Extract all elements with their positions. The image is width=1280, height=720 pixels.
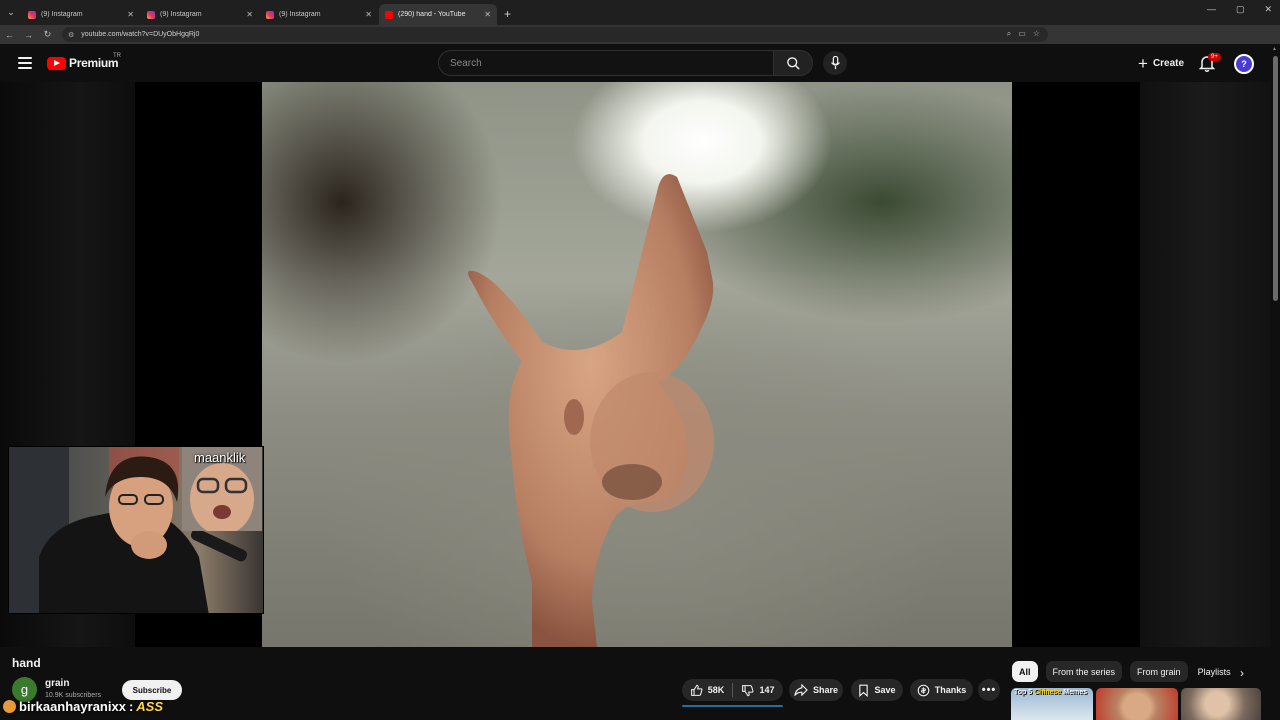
video-content-image xyxy=(468,174,714,647)
menu-icon[interactable] xyxy=(18,57,32,69)
more-actions-button[interactable]: ••• xyxy=(978,679,1000,701)
search-input[interactable]: Search xyxy=(438,50,774,76)
browser-tab[interactable]: (9) Instagram ✕ xyxy=(141,4,259,25)
browser-tab-active[interactable]: (290) hand - YouTube ✕ xyxy=(379,4,497,25)
thumbs-up-icon xyxy=(690,684,703,696)
thumbs-down-icon xyxy=(742,684,754,696)
create-label: Create xyxy=(1152,57,1185,69)
youtube-header: Premium TR Search + Create 9+ ? xyxy=(0,44,1280,82)
instagram-icon xyxy=(147,10,155,19)
close-tab-icon[interactable]: ✕ xyxy=(484,10,491,19)
chat-badge-icon xyxy=(3,700,16,713)
close-tab-icon[interactable]: ✕ xyxy=(246,10,253,19)
youtube-icon xyxy=(385,10,393,19)
like-button[interactable]: 58K xyxy=(682,684,732,697)
maximize-icon[interactable]: ▢ xyxy=(1236,4,1245,15)
share-label: Share xyxy=(812,685,838,695)
channel-name[interactable]: grain xyxy=(45,678,69,689)
like-count: 58K xyxy=(707,685,725,695)
close-tab-icon[interactable]: ✕ xyxy=(127,10,134,19)
bookmark-icon xyxy=(859,684,869,697)
bookmark-star-icon[interactable]: ☆ xyxy=(1033,29,1040,39)
site-info-icon[interactable]: ⚙ xyxy=(68,31,74,39)
forward-icon[interactable]: → xyxy=(19,30,38,40)
minimize-icon[interactable]: — xyxy=(1207,4,1216,15)
subscribe-button[interactable]: Subscribe xyxy=(122,680,182,700)
scrollbar-thumb[interactable] xyxy=(1273,56,1278,301)
chat-overlay-message: birkaanhayranixx : ASS xyxy=(3,699,163,714)
search-placeholder: Search xyxy=(450,57,482,69)
like-indicator xyxy=(682,705,783,707)
related-video-thumbnail[interactable]: Top 5 Chinese Memes xyxy=(1011,688,1093,720)
ambient-right xyxy=(1140,82,1270,647)
close-window-icon[interactable]: ✕ xyxy=(1264,4,1272,15)
instagram-icon xyxy=(266,10,274,19)
logo-text: Premium xyxy=(69,56,119,70)
dislike-button[interactable]: 147 xyxy=(733,684,783,697)
search-icon xyxy=(786,56,800,70)
chat-message: ASS xyxy=(136,699,164,714)
share-button[interactable]: Share xyxy=(789,679,843,701)
chip-all[interactable]: All xyxy=(1012,661,1038,682)
voice-search-button[interactable] xyxy=(823,51,847,75)
youtube-play-icon xyxy=(47,56,66,70)
browser-toolbar: ← → ↻ ⚙ youtube.com/watch?v=DUyObHgqRj0 … xyxy=(0,25,1280,63)
dislike-count: 147 xyxy=(759,685,775,695)
save-button[interactable]: Save xyxy=(851,679,903,701)
super-thanks-icon xyxy=(917,684,930,696)
thumbnail-text: Top 5 Chinese Memes xyxy=(1014,689,1088,696)
thanks-label: Thanks xyxy=(934,685,967,695)
back-icon[interactable]: ← xyxy=(0,30,19,40)
video-title: hand xyxy=(12,656,41,670)
page-scrollbar[interactable]: ▲ xyxy=(1271,44,1280,720)
chat-username: birkaanhayranixx xyxy=(19,699,126,714)
reload-icon[interactable]: ↻ xyxy=(38,29,57,40)
guest-name-label: maanklik xyxy=(194,450,246,465)
new-tab-icon[interactable]: + xyxy=(504,4,511,25)
create-button[interactable]: + Create xyxy=(1128,51,1194,75)
tab-title: (9) Instagram xyxy=(160,11,202,18)
more-horizontal-icon: ••• xyxy=(981,684,997,696)
cast-icon[interactable]: ▭ xyxy=(1018,29,1026,39)
video-frame[interactable] xyxy=(262,82,1012,647)
browser-tab-strip: ⌄ (9) Instagram ✕ (9) Instagram ✕ (9) In… xyxy=(0,0,1280,25)
tab-title: (9) Instagram xyxy=(41,11,83,18)
chip-from-grain[interactable]: From grain xyxy=(1130,661,1188,682)
like-dislike-group: 58K 147 xyxy=(682,679,783,701)
youtube-premium-logo[interactable]: Premium xyxy=(47,56,119,70)
plus-icon: + xyxy=(1138,53,1148,73)
related-video-thumbnail[interactable] xyxy=(1096,688,1178,720)
address-bar[interactable]: ⚙ youtube.com/watch?v=DUyObHgqRj0 ⌕ ▭ ☆ xyxy=(62,27,1048,42)
chip-playlists[interactable]: Playlists xyxy=(1196,661,1238,682)
notification-count-badge: 9+ xyxy=(1208,53,1221,61)
share-icon xyxy=(794,684,808,696)
region-code: TR xyxy=(113,53,121,59)
chip-from-the-series[interactable]: From the series xyxy=(1045,661,1123,682)
tab-search-icon[interactable]: ⌄ xyxy=(0,0,22,25)
chevron-right-icon[interactable]: › xyxy=(1240,666,1244,680)
tab-title: (9) Instagram xyxy=(279,11,321,18)
tab-title: (290) hand - YouTube xyxy=(398,11,466,18)
instagram-icon xyxy=(28,10,36,19)
browser-tab[interactable]: (9) Instagram ✕ xyxy=(260,4,378,25)
scroll-up-icon[interactable]: ▲ xyxy=(1272,46,1277,52)
zoom-icon[interactable]: ⌕ xyxy=(1007,29,1011,39)
subscriber-count: 10.9K subscribers xyxy=(45,692,102,699)
save-label: Save xyxy=(874,685,896,695)
thanks-button[interactable]: Thanks xyxy=(910,679,973,701)
microphone-icon xyxy=(830,56,840,70)
window-controls: — ▢ ✕ xyxy=(1207,4,1272,15)
url-text: youtube.com/watch?v=DUyObHgqRj0 xyxy=(81,31,200,38)
close-tab-icon[interactable]: ✕ xyxy=(365,10,372,19)
browser-tab[interactable]: (9) Instagram ✕ xyxy=(22,4,140,25)
account-avatar[interactable]: ? xyxy=(1234,54,1254,74)
related-filter-chips: All From the series From grain Playlists xyxy=(1012,661,1238,682)
search-button[interactable] xyxy=(773,50,813,76)
related-video-thumbnail[interactable] xyxy=(1181,688,1261,720)
chat-separator: : xyxy=(128,699,134,714)
